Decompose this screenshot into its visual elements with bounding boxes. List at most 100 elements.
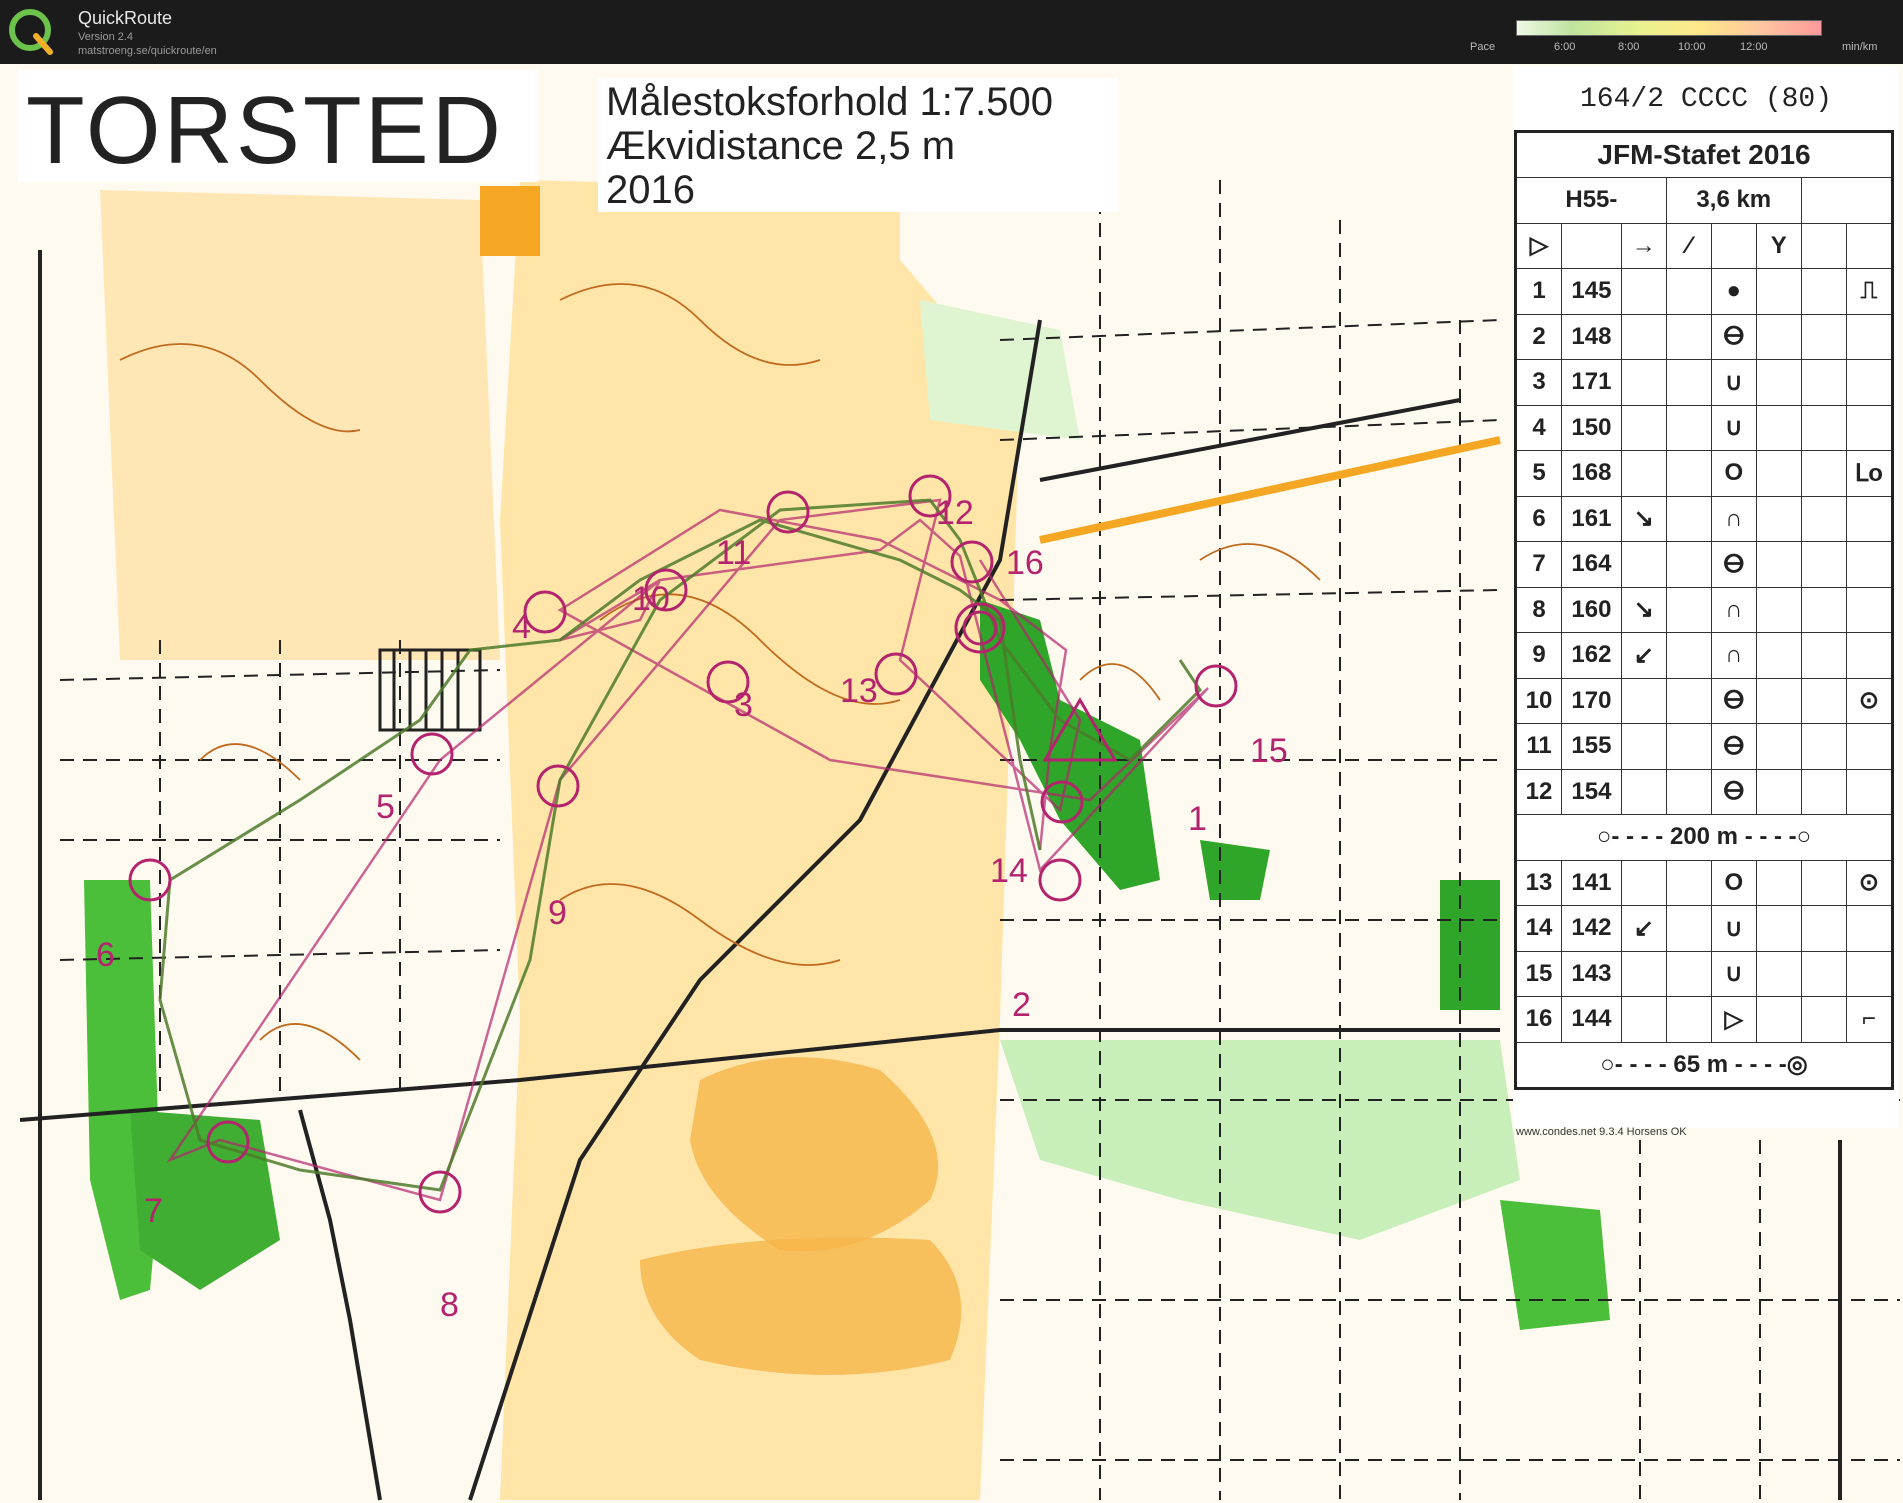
direction-icon bbox=[1620, 768, 1667, 815]
detail-icon bbox=[1845, 359, 1894, 406]
feature-icon: ▷ bbox=[1710, 996, 1757, 1043]
control-number: 11 bbox=[1514, 723, 1563, 770]
pace-label: Pace bbox=[1470, 41, 1496, 53]
feature-icon: ⴱ bbox=[1710, 723, 1757, 770]
app-toolbar: QuickRoute Version 2.4 matstroeng.se/qui… bbox=[0, 0, 1903, 64]
control-number: 15 bbox=[1514, 950, 1563, 997]
control-code: 162 bbox=[1561, 632, 1622, 679]
feature-icon: ∪ bbox=[1710, 905, 1757, 952]
control-code: 154 bbox=[1561, 768, 1622, 815]
control-row: 6 161 ↘ ∩ bbox=[1514, 495, 1894, 542]
direction-icon: ↘ bbox=[1620, 586, 1667, 633]
direction-icon bbox=[1620, 404, 1667, 451]
control-code: 155 bbox=[1561, 723, 1622, 770]
control-row: 11 155 ⴱ bbox=[1514, 723, 1894, 770]
control-code: 161 bbox=[1561, 495, 1622, 542]
detail-icon bbox=[1845, 905, 1894, 952]
control-number: 13 bbox=[1514, 859, 1563, 906]
control-label: 11 bbox=[716, 534, 752, 572]
app-title: QuickRoute bbox=[78, 8, 173, 28]
control-number: 8 bbox=[1514, 586, 1563, 633]
control-label: 9 bbox=[548, 894, 567, 932]
detail-icon bbox=[1845, 313, 1894, 360]
control-row: 8 160 ↘ ∩ bbox=[1514, 586, 1894, 633]
direction-icon bbox=[1620, 541, 1667, 588]
control-number: 12 bbox=[1514, 768, 1563, 815]
feature-icon: ⴱ bbox=[1710, 677, 1757, 724]
detail-icon bbox=[1845, 950, 1894, 997]
finish-route-row: ○- - - - 65 m - - - -◎ bbox=[1515, 1041, 1893, 1089]
direction-icon bbox=[1620, 359, 1667, 406]
direction-icon bbox=[1620, 996, 1667, 1043]
control-label: 1 bbox=[1188, 800, 1207, 838]
feature-icon: ∪ bbox=[1710, 950, 1757, 997]
event-name: JFM-Stafet 2016 bbox=[1515, 131, 1893, 178]
control-label: 2 bbox=[1012, 986, 1031, 1024]
map-title: TORSTED bbox=[26, 77, 504, 184]
start-triangle-icon: ▷ bbox=[1514, 222, 1563, 269]
control-row: 13 141 O ⊙ bbox=[1514, 859, 1894, 906]
direction-icon bbox=[1620, 723, 1667, 770]
pace-color-scale bbox=[1516, 20, 1822, 36]
control-row: 1 145 ● ⎍ bbox=[1514, 268, 1894, 315]
detail-icon bbox=[1845, 768, 1894, 815]
control-code: 142 bbox=[1561, 905, 1622, 952]
control-number: 16 bbox=[1514, 996, 1563, 1043]
control-number: 4 bbox=[1514, 404, 1563, 451]
junction-icon: Y bbox=[1755, 222, 1802, 269]
control-row: 12 154 ⴱ bbox=[1514, 768, 1894, 815]
map-scale: Målestoksforhold 1:7.500 bbox=[606, 80, 1053, 124]
detail-icon bbox=[1845, 586, 1894, 633]
direction-icon bbox=[1620, 450, 1667, 497]
control-row: 4 150 ∪ bbox=[1514, 404, 1894, 451]
feature-icon: ⴱ bbox=[1710, 313, 1757, 360]
control-number: 1 bbox=[1514, 268, 1563, 315]
control-code: 145 bbox=[1561, 268, 1622, 315]
control-code: 150 bbox=[1561, 404, 1622, 451]
control-label: 3 bbox=[734, 686, 753, 724]
control-label: 13 bbox=[840, 672, 878, 710]
feature-icon: ∩ bbox=[1710, 586, 1757, 633]
control-row: 14 142 ↙ ∪ bbox=[1514, 905, 1894, 952]
print-footer: www.condes.net 9.3.4 Horsens OK bbox=[1516, 1126, 1687, 1138]
control-code: 171 bbox=[1561, 359, 1622, 406]
control-row: 3 171 ∪ bbox=[1514, 359, 1894, 406]
control-description-table: JFM-Stafet 2016 H55- 3,6 km ▷ → ⁄ Y 1 145… bbox=[1514, 130, 1894, 1090]
control-code: 164 bbox=[1561, 541, 1622, 588]
control-code: 168 bbox=[1561, 450, 1622, 497]
control-code: 141 bbox=[1561, 859, 1622, 906]
feature-icon: ⴱ bbox=[1710, 541, 1757, 588]
detail-icon bbox=[1845, 541, 1894, 588]
direction-icon bbox=[1620, 677, 1667, 724]
control-label: 16 bbox=[1006, 544, 1044, 582]
control-number: 5 bbox=[1514, 450, 1563, 497]
feature-icon: ∩ bbox=[1710, 632, 1757, 679]
control-label: 7 bbox=[144, 1192, 163, 1230]
arrow-right-icon: → bbox=[1620, 222, 1667, 269]
marked-route-row: ○- - - - 200 m - - - -○ bbox=[1515, 814, 1893, 861]
direction-icon bbox=[1620, 268, 1667, 315]
control-label: 15 bbox=[1250, 732, 1288, 770]
feature-icon: ⴱ bbox=[1710, 768, 1757, 815]
control-code: 143 bbox=[1561, 950, 1622, 997]
control-code: 144 bbox=[1561, 996, 1622, 1043]
control-row: 2 148 ⴱ bbox=[1514, 313, 1894, 360]
control-label: 14 bbox=[990, 852, 1028, 890]
detail-icon bbox=[1845, 404, 1894, 451]
app-url[interactable]: matstroeng.se/quickroute/en bbox=[78, 45, 217, 57]
feature-icon: O bbox=[1710, 859, 1757, 906]
map-contour-interval: Ækvidistance 2,5 m bbox=[606, 124, 956, 168]
linear-feature-icon: ⁄ bbox=[1665, 222, 1712, 269]
feature-icon: ∩ bbox=[1710, 495, 1757, 542]
control-label: 6 bbox=[96, 936, 115, 974]
app-version: Version 2.4 bbox=[78, 31, 134, 43]
feature-icon: ● bbox=[1710, 268, 1757, 315]
control-row: 9 162 ↙ ∩ bbox=[1514, 632, 1894, 679]
pace-tick: 12:00 bbox=[1740, 41, 1768, 53]
detail-icon: ᒪo bbox=[1845, 450, 1894, 497]
control-label: 10 bbox=[632, 580, 670, 618]
control-number: 9 bbox=[1514, 632, 1563, 679]
feature-icon: ∪ bbox=[1710, 359, 1757, 406]
detail-icon bbox=[1845, 632, 1894, 679]
pace-tick: 6:00 bbox=[1554, 41, 1576, 53]
